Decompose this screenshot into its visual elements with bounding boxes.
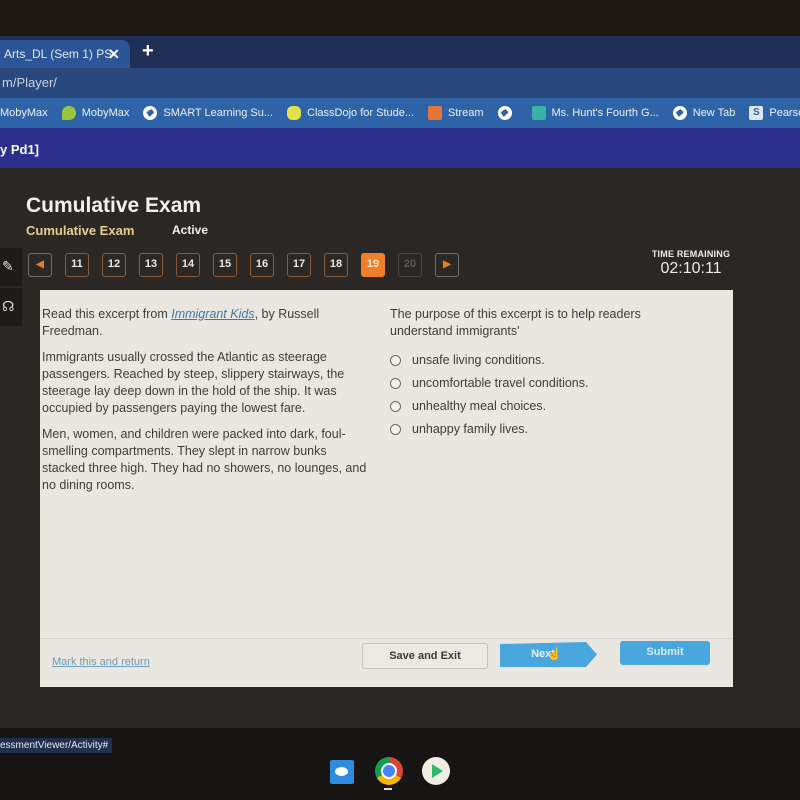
hand-cursor-icon: ☝	[547, 647, 562, 661]
radio-button[interactable]	[390, 378, 401, 389]
tab-title: Arts_DL (Sem 1) PS	[4, 47, 113, 61]
question-15-button[interactable]: 15	[213, 253, 237, 277]
bookmark-classdojo[interactable]: ClassDojo for Stude...	[287, 106, 414, 120]
page-title: Cumulative Exam	[26, 194, 202, 217]
question-14-button[interactable]: 14	[176, 253, 200, 277]
bookmarks-bar: MobyMax MobyMax SMART Learning Su... Cla…	[0, 98, 800, 128]
globe-icon	[143, 106, 158, 120]
course-title: y Pd1]	[0, 142, 40, 157]
radio-button[interactable]	[390, 355, 401, 366]
headphones-icon: ☊	[2, 298, 15, 314]
status-badge: Active	[172, 223, 209, 237]
radio-button[interactable]	[390, 401, 401, 412]
bookmark-label: MobyMax	[81, 107, 130, 119]
browser-tabstrip: Arts_DL (Sem 1) PS ✕ +	[0, 36, 800, 68]
audio-tool[interactable]: ☊	[0, 288, 22, 326]
question-13-button[interactable]: 13	[139, 253, 163, 277]
timer-value: 02:10:11	[660, 260, 722, 277]
next-question-button[interactable]: ▶	[435, 253, 459, 277]
bookmark-mobymax-2[interactable]: MobyMax	[61, 106, 130, 120]
timer-label: TIME REMAINING	[651, 249, 731, 259]
option-label: unhealthy meal choices.	[412, 399, 547, 413]
bookmark-stream[interactable]: Stream	[428, 106, 484, 120]
question-card: Read this excerpt from Immigrant Kids, b…	[40, 290, 733, 687]
globe-icon	[672, 106, 687, 120]
screen: Arts_DL (Sem 1) PS ✕ + m/Player/ MobyMax…	[0, 0, 800, 800]
answer-option[interactable]: unhealthy meal choices.	[390, 398, 680, 415]
next-button-label: Next	[531, 648, 555, 660]
bookmark-globe[interactable]	[497, 106, 518, 120]
classdojo-icon	[287, 106, 302, 120]
globe-icon	[497, 106, 512, 120]
activity-subtitle: Cumulative Exam	[26, 223, 135, 238]
previous-question-button[interactable]: ◀	[28, 253, 52, 277]
bookmark-label: Pearson	[769, 107, 800, 119]
bookmark-label: Ms. Hunt's Fourth G...	[551, 107, 659, 119]
passage-pane: Read this excerpt from Immigrant Kids, b…	[42, 306, 372, 503]
question-pane: The purpose of this excerpt is to help r…	[390, 306, 680, 444]
question-19-button[interactable]: 19	[361, 253, 385, 277]
pearson-icon: S	[749, 106, 764, 120]
card-footer: Mark this and return Save and Exit Next …	[40, 638, 733, 687]
answer-option[interactable]: unhappy family lives.	[390, 421, 680, 438]
bookmark-new-tab[interactable]: New Tab	[672, 106, 736, 120]
bookmark-pearson[interactable]: S Pearson	[749, 106, 800, 120]
bookmark-ms-hunt[interactable]: Ms. Hunt's Fourth G...	[531, 106, 659, 120]
option-label: uncomfortable travel conditions.	[412, 376, 589, 390]
pencil-tool[interactable]: ✎	[0, 248, 22, 286]
question-20-button: 20	[398, 253, 422, 277]
submit-button[interactable]: Submit	[620, 641, 710, 665]
question-12-button[interactable]: 12	[102, 253, 126, 277]
messages-app-icon[interactable]	[330, 760, 354, 784]
answer-options: unsafe living conditions. uncomfortable …	[390, 352, 680, 438]
answer-option[interactable]: unsafe living conditions.	[390, 352, 680, 369]
bookmark-label: MobyMax	[0, 107, 48, 119]
passage-paragraph: Men, women, and children were packed int…	[42, 427, 367, 492]
address-bar[interactable]: m/Player/	[0, 68, 800, 98]
google-classroom-icon	[428, 106, 443, 120]
timer: TIME REMAINING 02:10:11	[650, 249, 732, 278]
close-tab-icon[interactable]: ✕	[108, 40, 120, 68]
question-prompt: The purpose of this excerpt is to help r…	[390, 307, 641, 338]
bookmark-label: ClassDojo for Stude...	[307, 107, 415, 119]
bookmark-smart-learning[interactable]: SMART Learning Su...	[143, 106, 273, 120]
save-and-exit-button[interactable]: Save and Exit	[362, 643, 488, 669]
book-title-link[interactable]: Immigrant Kids	[171, 307, 254, 321]
intro-prefix: Read this excerpt from	[42, 307, 172, 321]
option-label: unsafe living conditions.	[412, 353, 545, 367]
mark-and-return-link[interactable]: Mark this and return	[52, 656, 150, 668]
play-store-app-icon[interactable]	[422, 757, 450, 785]
option-label: unhappy family lives.	[412, 422, 529, 436]
mobymax-apple-icon	[61, 106, 76, 120]
google-classroom-icon	[531, 106, 546, 120]
lms-header: y Pd1]	[0, 128, 800, 168]
status-bar-url: essmentViewer/Activity#	[0, 738, 113, 753]
answer-option[interactable]: uncomfortable travel conditions.	[390, 375, 680, 392]
passage-intro: Read this excerpt from Immigrant Kids, b…	[42, 306, 372, 340]
pencil-icon: ✎	[2, 258, 14, 274]
question-17-button[interactable]: 17	[287, 253, 311, 277]
browser-tab-active[interactable]: Arts_DL (Sem 1) PS ✕	[0, 40, 130, 68]
chrome-app-icon[interactable]	[375, 757, 403, 785]
passage-paragraph: Immigrants usually crossed the Atlantic …	[42, 350, 345, 415]
bookmark-mobymax[interactable]: MobyMax	[0, 107, 48, 119]
question-18-button[interactable]: 18	[324, 253, 348, 277]
new-tab-button[interactable]: +	[142, 39, 154, 63]
screen-bezel	[0, 0, 800, 36]
browser-toolbar: m/Player/	[0, 68, 800, 98]
question-11-button[interactable]: 11	[65, 253, 89, 277]
bookmark-label: New Tab	[692, 107, 736, 119]
bookmark-label: SMART Learning Su...	[163, 107, 274, 119]
question-16-button[interactable]: 16	[250, 253, 274, 277]
running-indicator	[384, 788, 392, 790]
radio-button[interactable]	[390, 424, 401, 435]
question-navigation: ◀ 11 12 13 14 15 16 17 18 19 20 ▶	[28, 253, 472, 277]
bookmark-label: Stream	[448, 107, 484, 119]
